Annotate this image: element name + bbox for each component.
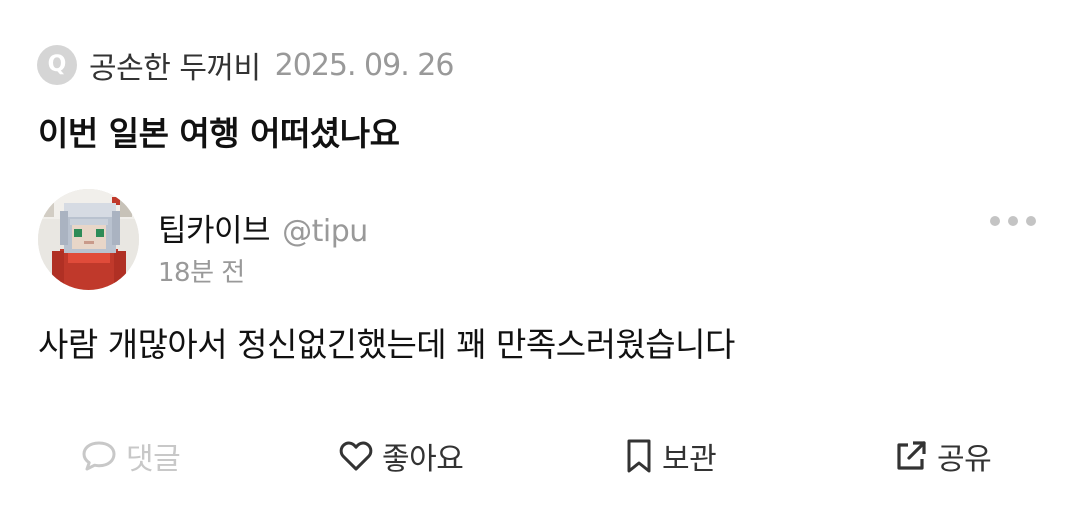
- save-label: 보관: [662, 442, 717, 477]
- action-bar: 댓글 좋아요 보관 공유: [0, 428, 1080, 484]
- question-badge-letter: Q: [47, 52, 67, 77]
- external-share-icon: [897, 441, 926, 470]
- more-options-button[interactable]: [990, 206, 1036, 236]
- question-text: 이번 일본 여행 어떠셨나요: [38, 114, 400, 153]
- comment-label: 댓글: [126, 442, 181, 477]
- question-badge-icon: Q: [37, 45, 77, 85]
- author-name[interactable]: 팁카이브: [158, 205, 271, 250]
- bookmark-icon: [627, 439, 651, 473]
- avatar[interactable]: [38, 189, 139, 290]
- post-time: 18분 전: [158, 258, 245, 288]
- share-label: 공유: [937, 442, 992, 477]
- author-handle[interactable]: @tipu: [282, 214, 368, 249]
- asker-name[interactable]: 공손한 두꺼비: [89, 43, 261, 87]
- like-label: 좋아요: [382, 442, 464, 477]
- like-button[interactable]: 좋아요: [338, 428, 464, 484]
- more-dots-icon: [990, 216, 1000, 226]
- share-button[interactable]: 공유: [893, 428, 992, 484]
- question-date: 2025. 09. 26: [274, 47, 455, 83]
- more-dots-icon: [1026, 216, 1036, 226]
- heart-icon: [339, 441, 373, 471]
- speech-bubble-icon: [82, 441, 116, 471]
- comment-button[interactable]: 댓글: [80, 428, 181, 484]
- question-header: Q 공손한 두꺼비 2025. 09. 26: [37, 43, 455, 87]
- minecraft-skin-avatar-icon: [38, 189, 139, 290]
- answer-text: 사람 개많아서 정신없긴했는데 꽤 만족스러웠습니다: [38, 325, 735, 364]
- more-dots-icon: [1008, 216, 1018, 226]
- author-info: 팁카이브 @tipu: [158, 205, 368, 250]
- save-button[interactable]: 보관: [624, 428, 717, 484]
